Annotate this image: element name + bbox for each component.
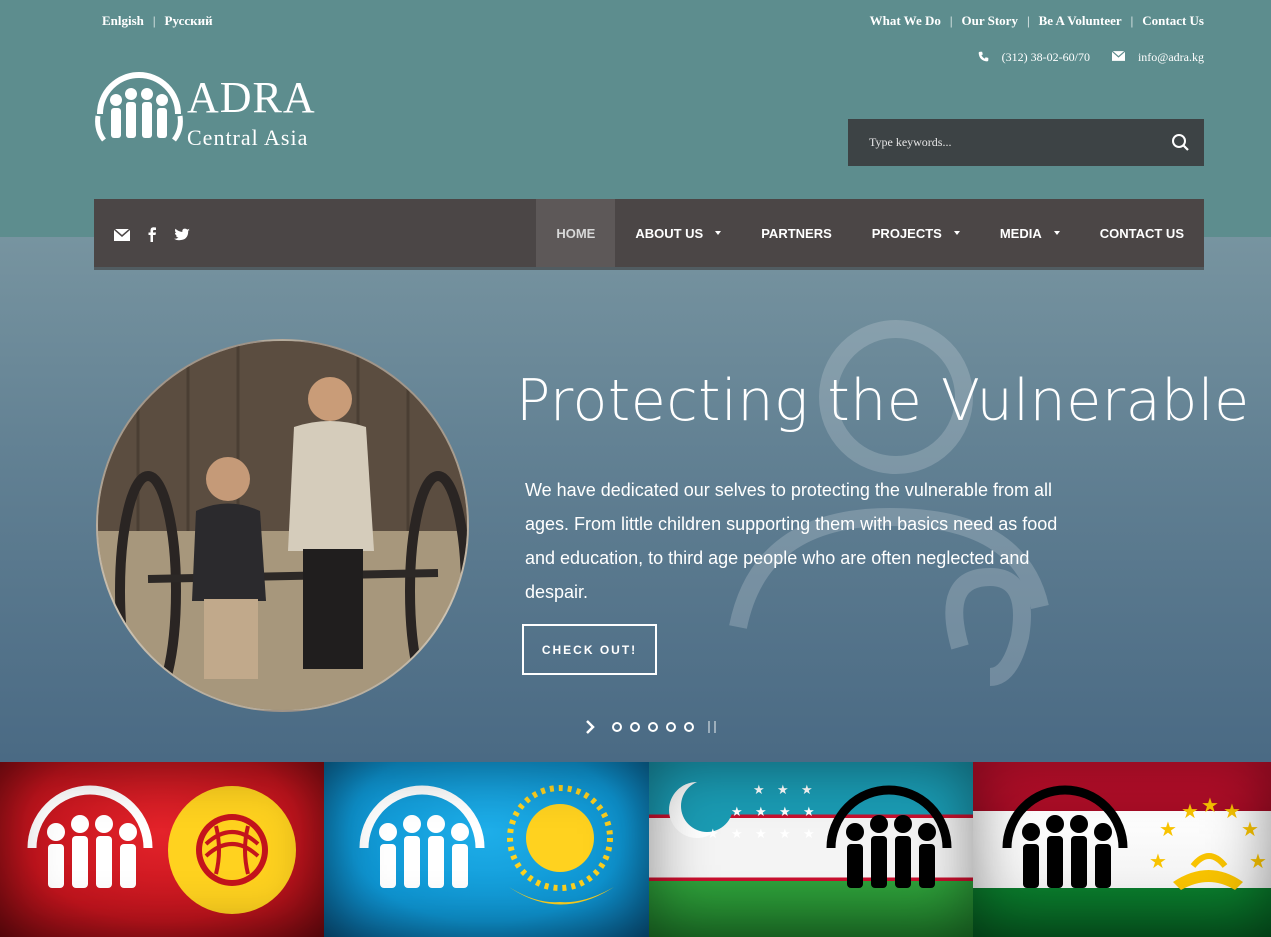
check-out-button[interactable]: CHECK OUT! — [522, 624, 657, 675]
svg-text:★: ★ — [1223, 799, 1241, 823]
toplink-our-story[interactable]: Our Story — [961, 13, 1017, 28]
tile-tajikistan[interactable]: ★ ★ ★ ★ ★ ★ ★ — [973, 762, 1271, 937]
slider-dot-5[interactable] — [684, 722, 694, 732]
language-switcher: Enlgish | Русский — [102, 13, 213, 28]
top-links: What We Do | Our Story | Be A Volunteer | Cont… — [869, 13, 1204, 28]
logo-title: ADRA — [187, 73, 316, 122]
svg-text:★: ★ — [801, 783, 813, 798]
slider-dot-3[interactable] — [648, 722, 658, 732]
search-icon[interactable] — [1170, 132, 1192, 154]
contact-info: (312) 38-02-60/70 info@adra.kg — [978, 50, 1204, 65]
kazakhstan-flag-image — [359, 785, 614, 905]
kyrgyzstan-flag-image — [27, 785, 296, 914]
hero-slider: Protecting the Vulnerable We have dedica… — [0, 237, 1271, 762]
svg-text:★: ★ — [779, 827, 791, 842]
tajikistan-flag-image: ★★★ ★ ★★ ★ — [1002, 785, 1267, 890]
svg-text:★: ★ — [1181, 799, 1199, 823]
hero-photo — [96, 339, 469, 712]
phone-icon — [978, 51, 992, 65]
toplink-what-we-do[interactable]: What We Do — [870, 13, 941, 28]
slider-dot-4[interactable] — [666, 722, 676, 732]
svg-text:★: ★ — [1249, 849, 1267, 873]
nav-item-contact-us[interactable]: CONTACT US — [1080, 199, 1204, 267]
envelope-icon[interactable] — [114, 226, 130, 242]
slider-dot-1[interactable] — [612, 722, 622, 732]
adra-logo-icon — [826, 785, 952, 888]
slider-pagination — [584, 720, 716, 734]
nav-item-about-us[interactable]: ABOUT US — [615, 199, 741, 267]
nav-item-projects[interactable]: PROJECTS — [852, 199, 980, 267]
svg-text:★: ★ — [753, 783, 765, 798]
logo-subtitle: Central Asia — [187, 125, 309, 150]
svg-text:★: ★ — [731, 805, 743, 820]
svg-text:★: ★ — [707, 827, 719, 842]
hero-title: Protecting the Vulnerable — [516, 368, 1250, 434]
facebook-icon[interactable] — [144, 226, 160, 242]
country-tiles: ★ ★ ★ ★ ★ ★ ★ ★ ★ ★ ★ ★ ★ ★ ★ ★ ★ ★ ★ — [0, 762, 1271, 937]
twitter-icon[interactable] — [174, 226, 190, 242]
lang-english-link[interactable]: Enlgish — [102, 13, 144, 28]
phone-number[interactable]: (312) 38-02-60/70 — [1002, 50, 1090, 65]
adra-logo-icon — [1002, 785, 1128, 888]
toplink-contact-us[interactable]: Contact Us — [1142, 13, 1204, 28]
nav-underline — [94, 267, 1204, 270]
adra-logo-icon — [27, 785, 153, 888]
site-logo[interactable]: ADRA Central Asia — [94, 70, 334, 154]
tile-kazakhstan[interactable] — [324, 762, 649, 937]
chevron-right-icon[interactable] — [584, 720, 596, 734]
svg-text:★: ★ — [755, 827, 767, 842]
svg-text:★: ★ — [731, 827, 743, 842]
email-address[interactable]: info@adra.kg — [1138, 50, 1204, 65]
svg-text:★: ★ — [1241, 817, 1259, 841]
nav-item-partners[interactable]: PARTNERS — [741, 199, 852, 267]
svg-text:★: ★ — [803, 827, 815, 842]
adra-logo-icon — [95, 72, 183, 142]
caret-down-icon — [953, 231, 960, 235]
main-navigation: HOME ABOUT US PARTNERS PROJECTS MEDIA CO… — [94, 199, 1204, 267]
lang-russian-link[interactable]: Русский — [165, 13, 213, 28]
pause-icon[interactable] — [708, 721, 716, 733]
svg-text:★: ★ — [777, 783, 789, 798]
uzbekistan-flag-image: ★ ★ ★ ★ ★ ★ ★ ★ ★ ★ ★ ★ — [669, 780, 952, 888]
svg-text:★: ★ — [1201, 793, 1219, 817]
envelope-icon — [1111, 50, 1128, 65]
search-input[interactable] — [848, 119, 1158, 166]
caret-down-icon — [1053, 231, 1060, 235]
hero-description: We have dedicated our selves to protecti… — [525, 480, 1058, 602]
children-photo-illustration — [98, 341, 467, 710]
svg-text:★: ★ — [1159, 817, 1177, 841]
toplink-be-a-volunteer[interactable]: Be A Volunteer — [1039, 13, 1122, 28]
nav-menu: HOME ABOUT US PARTNERS PROJECTS MEDIA CO… — [536, 199, 1204, 267]
svg-text:★: ★ — [803, 805, 815, 820]
adra-logo-icon — [359, 785, 485, 888]
tile-kyrgyzstan[interactable] — [0, 762, 324, 937]
tile-uzbekistan[interactable]: ★ ★ ★ ★ ★ ★ ★ ★ ★ ★ ★ ★ — [649, 762, 973, 937]
svg-text:★: ★ — [779, 805, 791, 820]
search-box — [848, 119, 1204, 166]
svg-text:★: ★ — [1149, 849, 1167, 873]
social-links — [114, 226, 190, 242]
nav-item-media[interactable]: MEDIA — [980, 199, 1080, 267]
slider-dot-2[interactable] — [630, 722, 640, 732]
nav-item-home[interactable]: HOME — [536, 199, 616, 267]
caret-down-icon — [715, 231, 722, 235]
svg-text:★: ★ — [755, 805, 767, 820]
